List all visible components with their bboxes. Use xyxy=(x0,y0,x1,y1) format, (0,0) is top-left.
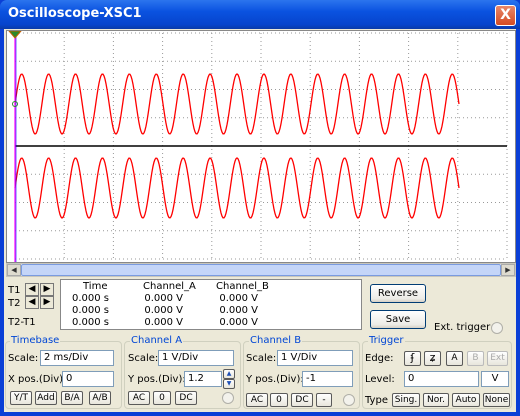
save-button[interactable]: Save xyxy=(370,310,426,329)
trigger-single-button[interactable]: Sing. xyxy=(392,393,420,407)
mode-ab-button[interactable]: A/B xyxy=(89,391,111,405)
trigger-type-label: Type xyxy=(365,395,388,406)
timebase-xpos-label: X pos.(Div): xyxy=(8,374,67,385)
readout-t2-channel-b: 0.000 V xyxy=(219,305,258,316)
cursor-controls: T1 ◀ ▶ T2 ◀ ▶ T2-T1 xyxy=(6,279,56,331)
title-bar[interactable]: Oscilloscope-XSC1 X xyxy=(0,0,520,29)
t2-t1-label: T2-T1 xyxy=(8,317,36,328)
readout-t1-channel-a: 0.000 V xyxy=(144,293,183,304)
channel-b-invert-button[interactable]: - xyxy=(316,393,332,407)
channel-a-trace xyxy=(14,73,460,135)
mode-ba-button[interactable]: B/A xyxy=(61,391,83,405)
trigger-auto-button[interactable]: Auto xyxy=(452,393,480,407)
oscilloscope-window: Oscilloscope-XSC1 X ◀ ▶ T1 ◀ ▶ T2 ◀ ▶ T2… xyxy=(0,0,520,416)
timebase-scale-field[interactable]: 2 ms/Div xyxy=(40,350,114,366)
ext-trigger-radio[interactable] xyxy=(491,322,503,334)
channel-b-scale-label: Scale: xyxy=(246,353,277,364)
close-button[interactable]: X xyxy=(495,5,516,26)
channel-b-dc-button[interactable]: DC xyxy=(291,393,313,407)
readout-t2-channel-a: 0.000 V xyxy=(144,305,183,316)
t1-right-arrow-icon[interactable]: ▶ xyxy=(40,283,54,296)
t2-label: T2 xyxy=(8,298,21,309)
falling-edge-icon[interactable]: ʑ xyxy=(424,351,441,366)
t1-label: T1 xyxy=(8,285,21,296)
trigger-edge-label: Edge: xyxy=(365,353,394,364)
channel-a-radio[interactable] xyxy=(222,392,234,404)
timebase-title: Timebase xyxy=(10,335,61,346)
channel-a-ypos-label: Y pos.(Div): xyxy=(128,374,186,385)
channel-b-trace xyxy=(14,157,460,219)
ypos-up-icon[interactable]: ▲ xyxy=(223,369,235,379)
t2-right-arrow-icon[interactable]: ▶ xyxy=(40,296,54,309)
channel-b-ac-button[interactable]: AC xyxy=(246,393,268,407)
horizontal-scrollbar[interactable]: ◀ ▶ xyxy=(6,263,516,277)
readout-header-time: Time xyxy=(83,281,108,292)
readout-t2t1-channel-a: 0.000 V xyxy=(144,317,183,328)
trigger-source-ext-button[interactable]: Ext xyxy=(487,351,508,366)
readout-t2-time: 0.000 s xyxy=(71,305,109,316)
timebase-scale-label: Scale: xyxy=(8,353,39,364)
trigger-source-a-button[interactable]: A xyxy=(446,351,463,366)
channel-b-scale-field[interactable]: 1 V/Div xyxy=(277,350,353,366)
channel-a-ac-button[interactable]: AC xyxy=(128,391,150,405)
readout-t1-channel-b: 0.000 V xyxy=(219,293,258,304)
rising-edge-icon[interactable]: ʄ xyxy=(404,351,421,366)
mode-yt-button[interactable]: Y/T xyxy=(10,391,32,405)
window-title: Oscilloscope-XSC1 xyxy=(8,6,142,21)
cursor-marker-icon xyxy=(8,31,22,39)
readout-t1-time: 0.000 s xyxy=(71,293,109,304)
channel-a-scale-field[interactable]: 1 V/Div xyxy=(158,350,234,366)
scope-screen[interactable] xyxy=(7,31,515,262)
channel-b-title: Channel B xyxy=(249,335,303,346)
channel-a-scale-label: Scale: xyxy=(128,353,159,364)
channel-a-ypos-field[interactable]: 1.2 xyxy=(184,371,222,387)
scope-display[interactable] xyxy=(6,30,516,263)
t1-left-arrow-icon[interactable]: ◀ xyxy=(25,283,39,296)
trigger-none-button[interactable]: None xyxy=(483,393,510,407)
trigger-level-field[interactable]: 0 xyxy=(404,371,479,387)
channel-b-radio[interactable] xyxy=(343,394,355,406)
ypos-down-icon[interactable]: ▼ xyxy=(223,379,235,389)
timebase-xpos-field[interactable]: 0 xyxy=(62,371,114,387)
channel-b-ypos-label: Y pos.(Div): xyxy=(246,374,304,385)
readout-t2t1-time: 0.000 s xyxy=(71,317,109,328)
trigger-source-b-button[interactable]: B xyxy=(467,351,484,366)
channel-a-dc-button[interactable]: DC xyxy=(175,391,197,405)
trigger-normal-button[interactable]: Nor. xyxy=(423,393,449,407)
t2-left-arrow-icon[interactable]: ◀ xyxy=(25,296,39,309)
channel-a-zero-button[interactable]: 0 xyxy=(153,391,171,405)
readout-header-channel-b: Channel_B xyxy=(216,281,269,292)
trigger-level-label: Level: xyxy=(365,374,395,385)
scroll-thumb[interactable] xyxy=(21,264,501,276)
channel-b-ypos-field[interactable]: -1 xyxy=(302,371,353,387)
channel-a-title: Channel A xyxy=(130,335,184,346)
readout-header-channel-a: Channel_A xyxy=(143,281,196,292)
trigger-title: Trigger xyxy=(368,335,405,346)
measurement-readout: Time Channel_A Channel_B 0.000 s 0.000 V… xyxy=(60,279,362,330)
scroll-right-icon[interactable]: ▶ xyxy=(501,264,515,276)
ext-trigger-label: Ext. trigger xyxy=(434,322,491,333)
reverse-button[interactable]: Reverse xyxy=(370,284,426,303)
mode-add-button[interactable]: Add xyxy=(35,391,57,405)
scroll-left-icon[interactable]: ◀ xyxy=(7,264,21,276)
trigger-level-unit[interactable]: V xyxy=(481,371,509,387)
readout-t2t1-channel-b: 0.000 V xyxy=(219,317,258,328)
channel-b-zero-button[interactable]: 0 xyxy=(270,393,288,407)
